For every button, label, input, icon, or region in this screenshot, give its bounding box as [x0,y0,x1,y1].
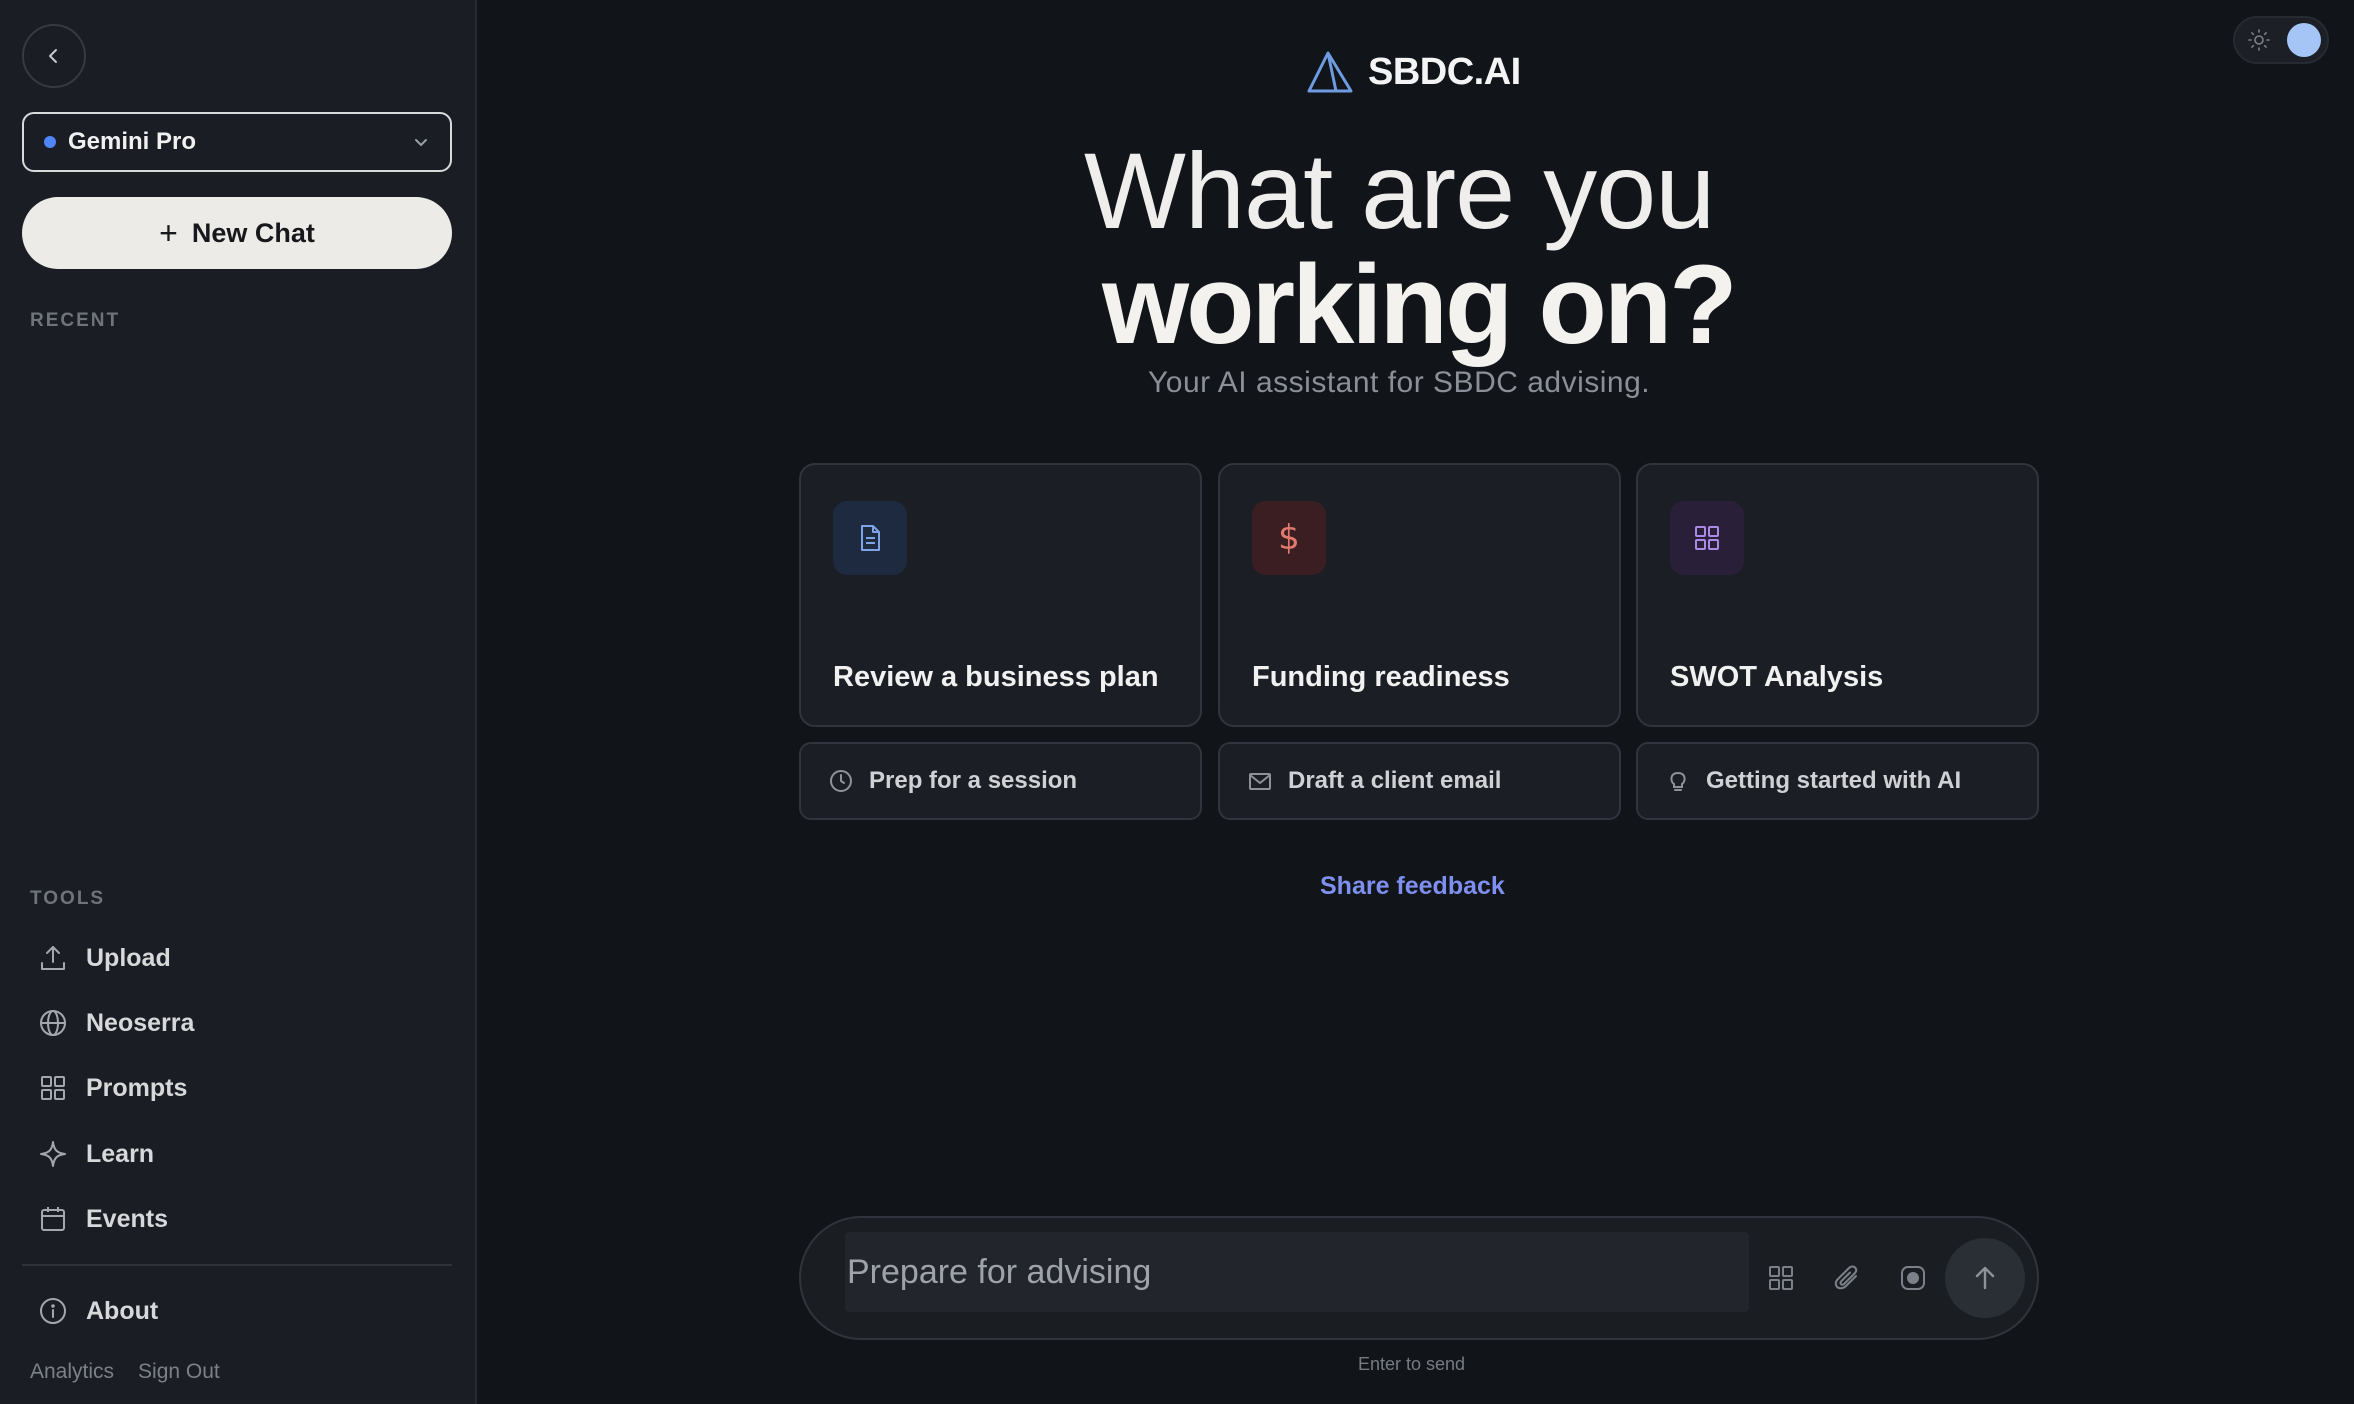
clock-icon [827,767,855,795]
card-title: Funding readiness [1252,661,1510,693]
new-chat-label: New Chat [191,217,315,248]
chip-draft-email[interactable]: Draft a client email [1218,742,1621,820]
model-label: Gemini Pro [68,128,197,155]
sign-out-link[interactable]: Sign Out [138,1360,220,1384]
sidebar-item-neoserra[interactable]: Neoserra [36,997,446,1049]
sparkle-icon [36,1137,70,1171]
composer-hint: Enter to send [1358,1354,1466,1374]
brand-name: SBDC.AI [1368,50,1521,93]
calendar-icon [36,1202,70,1236]
model-status-dot [44,136,56,148]
globe-icon [36,1006,70,1040]
mail-icon [1246,767,1274,795]
chevron-left-icon [49,49,57,63]
triangle-logo-icon [1307,51,1353,93]
composer [799,1216,2039,1340]
prompts-grid-icon[interactable] [1761,1258,1801,1298]
analytics-link[interactable]: Analytics [30,1360,114,1384]
paperclip-icon[interactable] [1827,1258,1867,1298]
chip-label: Prep for a session [869,767,1078,794]
lightbulb-icon [1664,767,1692,795]
arrow-up-icon [1975,1266,1995,1290]
collapse-sidebar-button[interactable] [22,24,86,88]
sidebar-item-about[interactable]: About [36,1285,446,1337]
new-chat-button[interactable]: + New Chat [22,197,452,269]
sidebar-item-label: Prompts [86,1073,188,1102]
recent-section-label: RECENT [30,310,121,331]
info-icon [36,1294,70,1328]
chevron-down-icon [415,139,427,147]
sidebar-item-events[interactable]: Events [36,1193,446,1245]
hero-line-2-text: working on? [1102,242,1738,367]
sidebar-item-label: Upload [86,943,171,972]
card-funding-readiness[interactable]: $ Funding readiness [1218,463,1621,727]
dollar-glyph: $ [1278,518,1300,558]
card-swot-analysis[interactable]: SWOT Analysis [1636,463,2039,727]
sidebar-footer: Analytics Sign Out [30,1360,220,1384]
card-title: SWOT Analysis [1670,661,1884,693]
card-title: Review a business plan [833,661,1159,693]
brand: SBDC.AI [1306,46,1521,98]
chip-label: Draft a client email [1288,767,1502,794]
chip-prep-session[interactable]: Prep for a session [799,742,1202,820]
hero-subtitle: Your AI assistant for SBDC advising. [1148,366,1651,399]
document-icon [833,501,907,575]
sidebar-item-label: Learn [86,1139,155,1168]
upload-icon [36,941,70,975]
plus-icon: + [159,214,178,251]
sidebar-item-prompts[interactable]: Prompts [36,1062,446,1114]
model-selector[interactable]: Gemini Pro [22,112,452,172]
theme-toggle[interactable] [2233,16,2329,64]
dollar-icon: $ [1252,501,1326,575]
sidebar-item-label: Neoserra [86,1008,195,1037]
sidebar-divider [22,1264,452,1266]
prompt-input[interactable] [845,1232,1749,1312]
chip-label: Getting started with AI [1706,767,1962,794]
send-button[interactable] [1945,1238,2025,1318]
grid-icon [36,1071,70,1105]
sidebar-item-learn[interactable]: Learn [36,1128,446,1180]
tools-section-label: TOOLS [30,888,106,909]
record-icon[interactable] [1893,1258,1933,1298]
chip-getting-started[interactable]: Getting started with AI [1636,742,2039,820]
sidebar-item-upload[interactable]: Upload [36,932,446,984]
grid-icon [1670,501,1744,575]
sidebar-item-label: Events [86,1204,168,1233]
card-review-business-plan[interactable]: Review a business plan [799,463,1202,727]
sidebar: Gemini Pro + New Chat RECENT TOOLS Uploa… [0,0,477,1404]
theme-toggle-knob [2287,23,2321,57]
hero-line-1-text: What are you [1084,130,1715,251]
share-feedback-link[interactable]: Share feedback [1320,872,1505,901]
sun-icon [2248,29,2270,51]
sidebar-item-label: About [86,1296,159,1325]
